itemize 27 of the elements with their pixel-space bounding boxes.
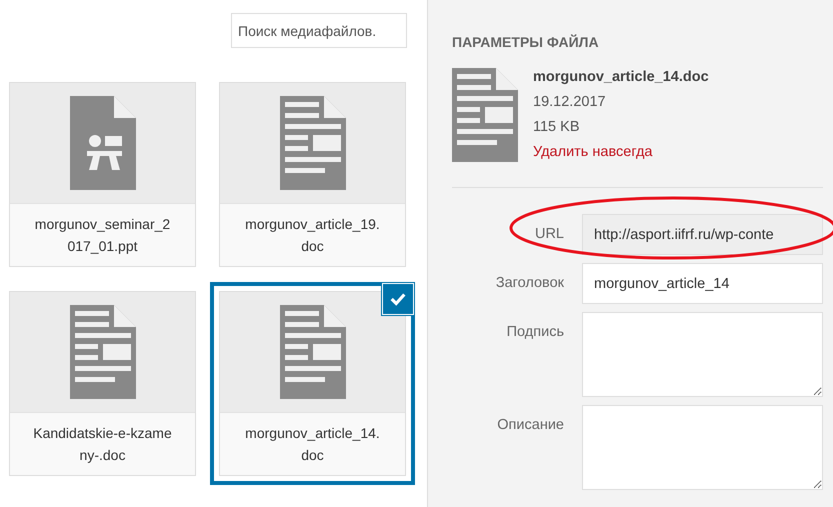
document-file-icon [70, 305, 136, 399]
delete-link[interactable]: Удалить навсегда [533, 140, 709, 165]
file-name: morgunov_article_19.doc [244, 215, 381, 256]
text-area[interactable] [582, 405, 823, 490]
file-date: 19.12.2017 [533, 93, 607, 112]
file-tile[interactable]: Kandidatskie-e-kzameny-.doc [9, 291, 196, 476]
file-size: 115 KB [533, 118, 580, 137]
search-field[interactable]: Поиск медиафайлов. [231, 13, 407, 48]
title-field[interactable]: morgunov_article_14 [582, 263, 823, 304]
file-tile[interactable]: morgunov_seminar_2017_01.ppt [9, 82, 196, 267]
document-file-icon [280, 305, 346, 399]
url-field[interactable]: http://asport.iifrf.ru/wp-conte [582, 214, 823, 255]
field-label: Подпись [506, 323, 564, 342]
text-area[interactable] [582, 312, 823, 397]
checkmark-icon[interactable] [382, 283, 414, 315]
field-label: URL [534, 225, 564, 244]
panel-heading: ПАРАМЕТРЫ ФАЙЛА [452, 34, 600, 50]
document-file-icon [452, 68, 518, 162]
document-file-icon [280, 96, 346, 190]
presentation-file-icon [70, 96, 136, 190]
file-name: morgunov_article_14.doc [244, 424, 381, 465]
file-name: morgunov_article_14.doc [533, 68, 709, 87]
field-label: Заголовок [494, 274, 564, 293]
file-tile[interactable]: morgunov_article_19.doc [219, 82, 406, 267]
file-name: morgunov_seminar_2017_01.ppt [34, 215, 172, 256]
file-name: Kandidatskie-e-kzameny-.doc [32, 424, 173, 465]
field-label: Описание [496, 416, 564, 435]
